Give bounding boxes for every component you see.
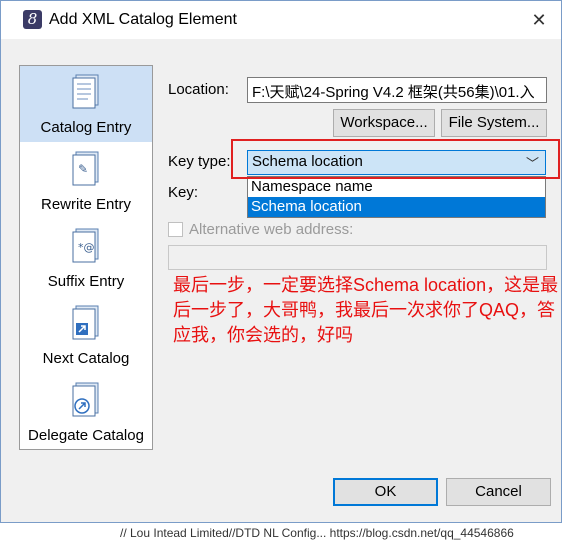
dialog-title: Add XML Catalog Element <box>49 11 237 28</box>
location-input[interactable]: F:\天赋\24-Spring V4.2 框架(共56集)\01.入 <box>247 77 547 103</box>
sidebar-item-label: Rewrite Entry <box>40 196 132 213</box>
sidebar-item-label: Next Catalog <box>42 350 130 367</box>
background-editor-text: // Lou Intead Limited//DTD NL Config... … <box>0 522 569 540</box>
catalog-element-type-list: Catalog Entry ✎ Rewrite Entry *@ Suffix … <box>19 65 153 450</box>
eclipse-logo-icon: 8 <box>23 10 42 29</box>
key-type-dropdown: Namespace name Schema location <box>247 176 546 218</box>
location-label: Location: <box>168 81 229 98</box>
background-text-line: // Lou Intead Limited//DTD NL Config... … <box>120 526 514 540</box>
sidebar-item-label: Catalog Entry <box>40 119 132 136</box>
svg-text:*@: *@ <box>78 241 95 254</box>
suffix-entry-icon: *@ <box>72 228 99 263</box>
file-system-button[interactable]: File System... <box>441 109 547 137</box>
catalog-entry-icon <box>72 74 99 109</box>
sidebar-item-label: Delegate Catalog <box>28 427 144 444</box>
add-xml-catalog-dialog: 8 Add XML Catalog Element ✕ Catalog Entr… <box>0 0 562 523</box>
annotation-note: 最后一步，一定要选择Schema location，这是最后一步了，大哥鸭，我最… <box>173 275 559 345</box>
rewrite-entry-icon: ✎ <box>72 151 99 186</box>
sidebar-item-delegate-catalog[interactable]: Delegate Catalog <box>20 374 152 450</box>
close-button[interactable]: ✕ <box>517 1 561 39</box>
key-type-label: Key type: <box>168 153 231 170</box>
key-label: Key: <box>168 184 199 201</box>
alternative-web-address-label: Alternative web address: <box>189 221 354 238</box>
close-icon: ✕ <box>531 10 547 30</box>
sidebar-item-rewrite-entry[interactable]: ✎ Rewrite Entry <box>20 143 152 219</box>
option-namespace-name[interactable]: Namespace name <box>248 177 545 197</box>
cancel-button[interactable]: Cancel <box>446 478 551 506</box>
workspace-button[interactable]: Workspace... <box>333 109 435 137</box>
alternative-web-address-input[interactable] <box>168 245 547 270</box>
sidebar-item-label: Suffix Entry <box>47 273 125 290</box>
svg-text:✎: ✎ <box>78 162 88 176</box>
title-bar: 8 Add XML Catalog Element ✕ <box>1 1 561 39</box>
ok-button[interactable]: OK <box>333 478 438 506</box>
alternative-web-address-checkbox[interactable] <box>168 222 183 237</box>
sidebar-item-suffix-entry[interactable]: *@ Suffix Entry <box>20 220 152 296</box>
red-highlight-box <box>231 139 560 179</box>
next-catalog-icon <box>72 305 99 340</box>
option-schema-location[interactable]: Schema location <box>248 197 545 217</box>
delegate-catalog-icon <box>72 382 99 417</box>
sidebar-item-next-catalog[interactable]: Next Catalog <box>20 297 152 373</box>
sidebar-item-catalog-entry[interactable]: Catalog Entry <box>20 66 152 142</box>
